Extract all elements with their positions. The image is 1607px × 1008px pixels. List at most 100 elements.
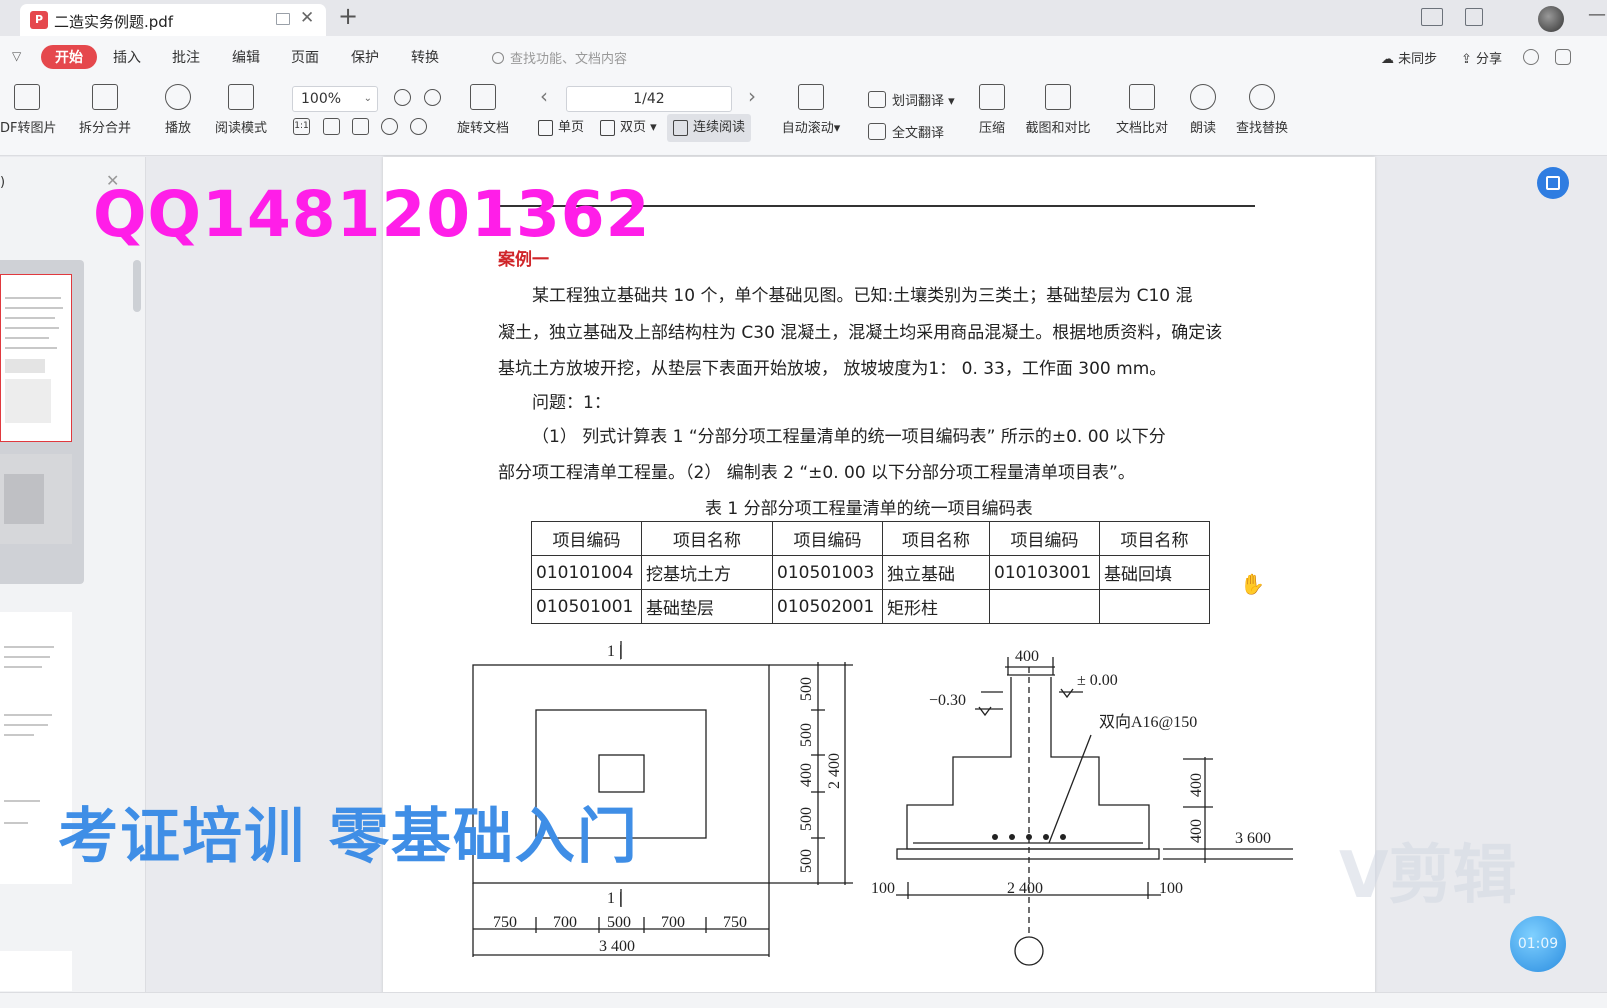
compress-icon: [979, 84, 1005, 110]
dimension-label: 3 600: [1235, 830, 1271, 847]
rotate-left-icon[interactable]: [381, 118, 398, 135]
dimension-label: 400: [1188, 773, 1205, 797]
single-page-button[interactable]: 单页: [532, 114, 590, 142]
layout-icon[interactable]: [1421, 8, 1443, 26]
menu-edit[interactable]: 编辑: [232, 47, 260, 67]
menu-protect[interactable]: 保护: [351, 47, 379, 67]
auto-scroll-button[interactable]: 自动滚动▾: [776, 84, 846, 136]
zoom-out-icon[interactable]: [394, 89, 411, 106]
page-thumbnail-2-partial[interactable]: [0, 454, 72, 544]
tab-window-icon[interactable]: [276, 13, 290, 25]
ribbon-toolbar: DF转图片 拆分合并 播放 阅读模式 100% ⌄ 1:1 旋转文档 ‹ 1/42…: [0, 80, 1607, 156]
page-thumbnail-4[interactable]: [0, 951, 72, 991]
doc-compare-button[interactable]: 文档比对: [1111, 84, 1173, 136]
qq-watermark: QQ1481201362: [93, 178, 651, 251]
panel-scrollbar[interactable]: [133, 260, 141, 312]
dimension-label: 400: [798, 763, 815, 787]
read-mode-button[interactable]: 阅读模式: [210, 84, 272, 136]
zoom-in-icon[interactable]: [424, 89, 441, 106]
table-cell: [1099, 589, 1210, 624]
pdf-file-icon: P: [30, 11, 48, 29]
dimension-label: 500: [607, 914, 631, 931]
fit-width-icon[interactable]: [352, 118, 369, 135]
new-tab-button[interactable]: +: [338, 2, 358, 30]
paragraph-line: 某工程独立基础共 10 个，单个基础见图。已知:土壤类别为三类土；基础垫层为 C…: [532, 286, 1193, 306]
screenshot-compare-button[interactable]: 截图和对比: [1020, 84, 1096, 136]
document-tab[interactable]: P 二造实务例题.pdf ✕: [20, 4, 326, 36]
page-thumbnail-1[interactable]: [0, 274, 72, 442]
full-translate-icon: [868, 123, 886, 140]
dimension-label: 500: [798, 849, 815, 873]
image-icon: [14, 84, 40, 110]
pdf-to-image-button[interactable]: DF转图片: [0, 84, 57, 136]
dimension-label: 2 400: [826, 753, 843, 789]
dimension-label: 750: [493, 914, 517, 931]
user-avatar[interactable]: [1538, 6, 1564, 32]
menu-bar: ▽ 开始 插入 批注 编辑 页面 保护 转换 查找功能、文档内容 ☁ 未同步 ⇪…: [0, 36, 1607, 80]
word-translate-button[interactable]: 划词翻译 ▾: [868, 90, 955, 109]
translate-icon: [868, 91, 886, 108]
grid-icon[interactable]: [1465, 8, 1483, 26]
read-aloud-button[interactable]: 朗读: [1186, 84, 1220, 136]
table-header-cell: 项目编码: [772, 521, 883, 556]
thumbnail-selected[interactable]: [0, 260, 84, 584]
prev-page-icon[interactable]: ‹: [540, 84, 548, 108]
menu-dropdown-icon[interactable]: ▽: [12, 49, 21, 63]
rebar-dots: [992, 834, 1066, 840]
double-page-icon: [600, 120, 615, 136]
function-search[interactable]: 查找功能、文档内容: [492, 48, 627, 67]
continuous-read-button[interactable]: 连续阅读: [667, 114, 752, 142]
comment-icon[interactable]: [1555, 49, 1571, 65]
dimension-label: 400: [1188, 819, 1205, 843]
split-merge-button[interactable]: 拆分合并: [70, 84, 140, 136]
fit-page-icon[interactable]: [323, 118, 340, 135]
compress-button[interactable]: 压缩: [974, 84, 1010, 136]
table-caption: 表 1 分部分项工程量清单的统一项目编码表: [705, 499, 1033, 519]
table-cell: 基础垫层: [641, 589, 773, 624]
menu-annotate[interactable]: 批注: [172, 47, 200, 67]
rotate-doc-button[interactable]: 旋转文档: [452, 84, 514, 136]
panel-header: ): [0, 175, 6, 190]
dimension-label: 400: [1015, 648, 1039, 665]
table-header-cell: 项目名称: [641, 521, 773, 556]
actual-size-icon[interactable]: 1:1: [293, 118, 310, 135]
screenshot-icon: [1045, 84, 1071, 110]
table-cell: 独立基础: [882, 555, 990, 590]
dimension-label: 500: [798, 723, 815, 747]
elevation-label: −0.30: [929, 692, 966, 709]
next-page-icon[interactable]: ›: [748, 84, 756, 108]
double-page-button[interactable]: 双页 ▾: [594, 114, 663, 142]
full-translate-button[interactable]: 全文翻译: [868, 122, 944, 141]
rotate-right-icon[interactable]: [410, 118, 427, 135]
document-tab-title: 二造实务例题.pdf: [54, 13, 174, 31]
zoom-select[interactable]: 100% ⌄: [292, 86, 378, 112]
table-row: 010501001 基础垫层 010502001 矩形柱: [531, 589, 1210, 624]
play-button[interactable]: 播放: [160, 84, 196, 136]
table-cell: 010101004: [531, 555, 642, 590]
editor-watermark: V剪辑: [1339, 839, 1517, 913]
table-header-cell: 项目名称: [882, 521, 990, 556]
sync-status[interactable]: ☁ 未同步: [1381, 48, 1437, 67]
menu-insert[interactable]: 插入: [113, 47, 141, 67]
minimize-icon[interactable]: —: [1588, 4, 1606, 25]
table-cell: 010501001: [531, 589, 642, 624]
section-mark: 1 |: [607, 643, 622, 660]
table-header-cell: 项目编码: [531, 521, 642, 556]
speaker-icon: [1190, 84, 1216, 110]
page-number-input[interactable]: 1/42: [566, 86, 732, 112]
tool-icon: [1546, 176, 1560, 190]
floating-tool-button[interactable]: [1537, 167, 1569, 199]
dimension-label: 500: [798, 807, 815, 831]
item-code-table: 项目编码 项目名称 项目编码 项目名称 项目编码 项目名称 010101004 …: [531, 521, 1210, 624]
dimension-label: 700: [553, 914, 577, 931]
menu-start[interactable]: 开始: [41, 45, 97, 69]
find-replace-button[interactable]: 查找替换: [1231, 84, 1293, 136]
tab-close-icon[interactable]: ✕: [300, 8, 314, 28]
settings-icon[interactable]: [1523, 49, 1539, 65]
menu-page[interactable]: 页面: [291, 47, 319, 67]
promo-watermark: 考证培训 零基础入门: [58, 802, 639, 872]
menu-convert[interactable]: 转换: [411, 47, 439, 67]
table-header-row: 项目编码 项目名称 项目编码 项目名称 项目编码 项目名称: [531, 521, 1210, 556]
dimension-label: 3 400: [599, 938, 635, 955]
share-button[interactable]: ⇪ 分享: [1461, 48, 1502, 67]
